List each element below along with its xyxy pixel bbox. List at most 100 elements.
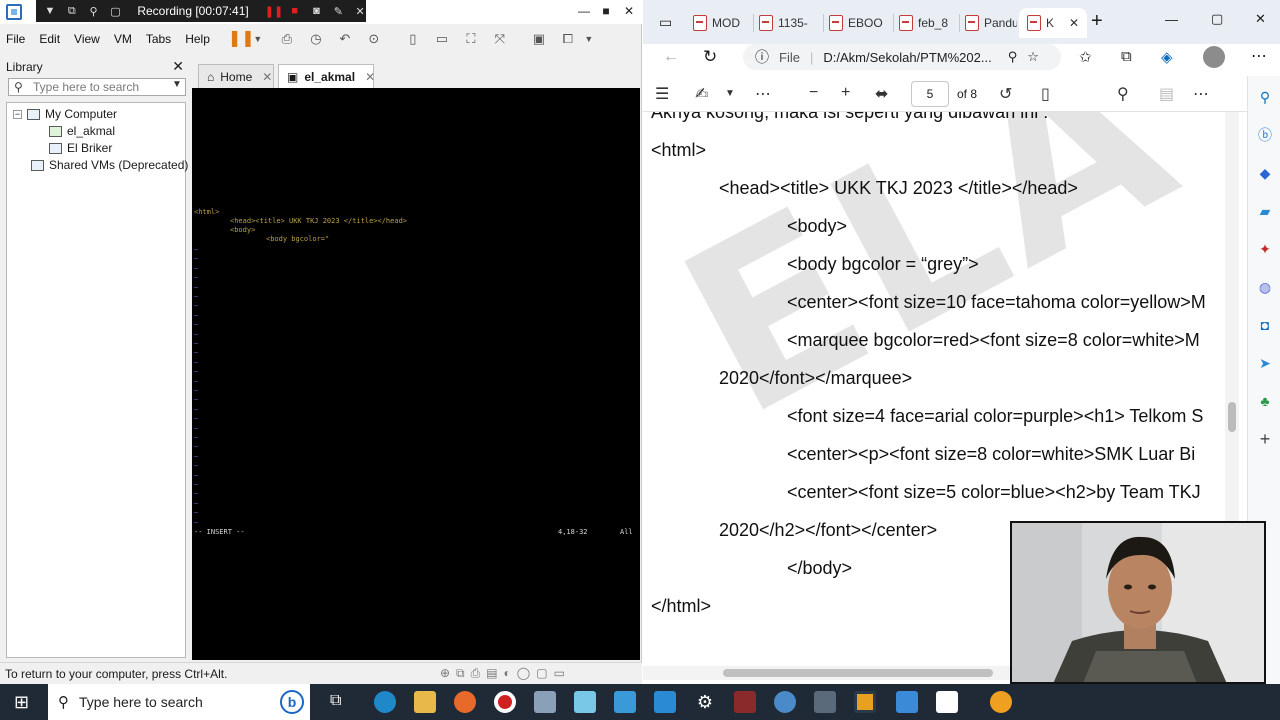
file-explorer-icon[interactable] — [414, 691, 436, 713]
add-sidebar-icon[interactable]: + — [1256, 430, 1274, 448]
edge-tab[interactable]: MOD — [693, 8, 749, 38]
library-search-input[interactable]: Type here to search — [8, 78, 186, 96]
close-tab-icon[interactable]: ✕ — [1069, 16, 1079, 30]
menu-vm[interactable]: VM — [114, 32, 132, 46]
firefox-icon[interactable] — [454, 691, 476, 713]
close-recording-icon[interactable]: ✕ — [354, 5, 366, 18]
edge-taskbar-icon[interactable] — [374, 691, 396, 713]
region-icon[interactable]: ▢ — [109, 5, 121, 18]
app-icon[interactable] — [574, 691, 596, 713]
maximize-button[interactable]: ■ — [594, 0, 618, 22]
tools-icon[interactable]: ▰ — [1256, 202, 1274, 220]
scroll-thumb[interactable] — [723, 669, 993, 677]
show-library-icon[interactable]: ▯ — [404, 30, 422, 48]
app-icon[interactable] — [774, 691, 796, 713]
vm-console[interactable]: <html> <head><title> UKK TKJ 2023 </titl… — [192, 88, 640, 660]
edge-tab[interactable]: EBOO — [829, 8, 891, 38]
close-button[interactable]: ✕ — [617, 0, 641, 22]
app-icon[interactable] — [896, 691, 918, 713]
vmware-taskbar-icon[interactable] — [854, 691, 876, 713]
stretch-icon[interactable]: ⧠ — [559, 30, 577, 48]
tree-item-vm-el-akmal[interactable]: el_akmal — [49, 124, 115, 138]
close-tab-icon[interactable]: ✕ — [365, 70, 375, 84]
tree-item-shared-vms[interactable]: Shared VMs (Deprecated) — [31, 158, 188, 172]
tree-item-my-computer[interactable]: − My Computer — [13, 107, 117, 121]
favorites-icon[interactable]: ✩ — [1079, 48, 1092, 66]
maximize-icon[interactable]: ▢ — [1211, 11, 1223, 27]
new-tab-icon[interactable]: + — [1091, 10, 1103, 33]
dropdown-icon[interactable]: ▼ — [44, 5, 56, 17]
tab-actions-icon[interactable]: ▭ — [659, 14, 672, 31]
search-dropdown-icon[interactable]: ▼ — [172, 79, 182, 90]
snapshot-manager-icon[interactable]: ⊙ — [365, 30, 383, 48]
app-icon[interactable] — [936, 691, 958, 713]
close-icon[interactable]: ✕ — [1255, 11, 1266, 27]
pen-icon[interactable]: ✎ — [332, 5, 344, 18]
page-view-icon[interactable]: ▯ — [1041, 84, 1050, 104]
edge-extension-icon[interactable]: ◈ — [1161, 48, 1173, 66]
camera-icon[interactable]: ◙ — [311, 5, 323, 17]
zoom-icon[interactable]: ⚲ — [1008, 49, 1018, 65]
edge-tab[interactable]: 1135- — [759, 8, 819, 38]
photos-icon[interactable] — [614, 691, 636, 713]
bing-icon[interactable]: ⓑ — [1256, 126, 1274, 144]
menu-view[interactable]: View — [74, 32, 100, 46]
more-icon[interactable]: ⋯ — [1251, 46, 1267, 66]
revert-snapshot-icon[interactable]: ↶ — [336, 30, 354, 48]
highlight-icon[interactable]: ✍ — [695, 84, 708, 104]
highlight-dropdown-icon[interactable]: ▼ — [725, 88, 735, 99]
stop-record-icon[interactable]: ■ — [289, 5, 301, 17]
zoom-in-icon[interactable]: + — [841, 84, 850, 102]
power-dropdown-icon[interactable]: ▼ — [249, 30, 267, 48]
tree-icon[interactable]: ♣ — [1256, 392, 1274, 410]
minimize-button[interactable]: — — [572, 0, 596, 22]
profile-avatar[interactable] — [1203, 46, 1225, 68]
shopping-icon[interactable]: ◆ — [1256, 164, 1274, 182]
find-icon[interactable]: ⚲ — [1117, 84, 1129, 104]
app-icon[interactable] — [654, 691, 676, 713]
bing-icon[interactable]: b — [280, 690, 304, 714]
save-icon[interactable]: ▤ — [1159, 84, 1174, 104]
send-ctrl-alt-del-icon[interactable]: ⎙ — [278, 30, 296, 48]
tab-el-akmal[interactable]: ▣ el_akmal ✕ — [278, 64, 375, 88]
contents-icon[interactable]: ☰ — [655, 84, 669, 104]
edge-tab[interactable]: Pandu — [965, 8, 1017, 38]
library-close-icon[interactable]: ✕ — [172, 58, 184, 75]
menu-help[interactable]: Help — [185, 32, 210, 46]
fullscreen-icon[interactable]: ⛶ — [462, 30, 480, 48]
close-tab-icon[interactable]: ✕ — [262, 70, 272, 84]
tree-item-vm-el-briker[interactable]: El Briker — [49, 141, 112, 155]
rotate-icon[interactable]: ↺ — [999, 84, 1012, 104]
app-icon[interactable] — [814, 691, 836, 713]
taskbar-search[interactable]: ⚲ Type here to search b — [48, 684, 310, 720]
pause-vm-icon[interactable]: ❚❚ — [228, 30, 255, 48]
unity-icon[interactable]: ⤧ — [491, 30, 509, 48]
stretch-dropdown-icon[interactable]: ▼ — [580, 30, 598, 48]
minimize-icon[interactable]: — — [1165, 12, 1178, 27]
console-icon[interactable]: ▣ — [530, 30, 548, 48]
edge-tab-active[interactable]: K ✕ — [1019, 8, 1087, 38]
menu-file[interactable]: File — [6, 32, 25, 46]
more-tools-icon[interactable]: ⋯ — [755, 84, 771, 104]
scroll-thumb[interactable] — [1228, 402, 1236, 432]
drop-icon[interactable]: ➤ — [1256, 354, 1274, 372]
page-number-input[interactable]: 5 — [911, 81, 949, 107]
back-icon[interactable]: ← — [663, 48, 679, 66]
office-icon[interactable]: ◍ — [1256, 278, 1274, 296]
outlook-icon[interactable]: ◘ — [1256, 316, 1274, 334]
tab-home[interactable]: ⌂ Home ✕ — [198, 64, 274, 88]
favorite-add-icon[interactable]: ☆ — [1027, 49, 1039, 65]
fit-page-icon[interactable]: ⬌ — [875, 84, 888, 104]
task-view-icon[interactable]: ⧉ — [330, 692, 341, 710]
app-icon[interactable] — [990, 691, 1012, 713]
collapse-icon[interactable]: − — [13, 109, 22, 119]
settings-icon[interactable]: ⚙ — [694, 691, 716, 713]
collections-icon[interactable]: ⧉ — [1121, 48, 1132, 65]
refresh-icon[interactable]: ↻ — [703, 47, 717, 67]
recorder-icon[interactable] — [494, 691, 516, 713]
winrar-icon[interactable] — [734, 691, 756, 713]
start-windows-icon[interactable]: ⊞ — [14, 692, 29, 713]
pause-record-icon[interactable]: ❚❚ — [265, 5, 283, 18]
games-icon[interactable]: ✦ — [1256, 240, 1274, 258]
pdf-more-icon[interactable]: ⋯ — [1193, 84, 1209, 104]
